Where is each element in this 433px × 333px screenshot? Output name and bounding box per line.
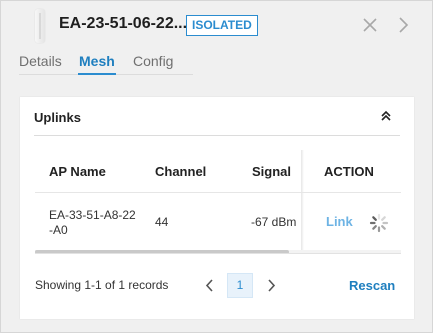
cell-ap-name: EA-33-51-A8-22-A0 — [49, 208, 136, 237]
column-header-channel: Channel — [155, 164, 207, 179]
uplinks-title: Uplinks — [34, 110, 81, 125]
device-icon — [35, 9, 45, 43]
tab-details[interactable]: Details — [19, 53, 62, 69]
active-tab-indicator — [78, 73, 116, 75]
column-header-action: ACTION — [324, 164, 374, 179]
horizontal-scrollbar[interactable] — [35, 250, 289, 253]
chevron-double-up-icon[interactable] — [379, 109, 393, 123]
table-row: EA-33-51-A8-22-A0 44 -67 dBm Link — [35, 193, 401, 253]
chevron-right-icon[interactable] — [393, 14, 413, 36]
card-divider — [34, 135, 400, 136]
tab-mesh[interactable]: Mesh — [79, 53, 115, 69]
tab-config[interactable]: Config — [133, 53, 173, 69]
device-name: EA-23-51-06-22... — [59, 15, 188, 32]
uplinks-table: AP Name Channel Signal ACTION EA-33-51-A… — [35, 150, 401, 254]
device-detail-panel: EA-23-51-06-22... ISOLATED Details Mesh … — [0, 0, 433, 333]
uplinks-card: Uplinks AP Name Channel Signal ACTION EA… — [20, 97, 414, 319]
records-summary: Showing 1-1 of 1 records — [35, 278, 169, 292]
close-icon[interactable] — [360, 14, 380, 36]
column-header-ap-name: AP Name — [49, 164, 106, 179]
cell-signal: -67 dBm — [251, 215, 297, 229]
column-header-signal: Signal — [252, 164, 292, 179]
chevron-left-icon[interactable] — [198, 273, 222, 298]
chevron-right-icon[interactable] — [259, 273, 283, 298]
cell-channel: 44 — [155, 215, 169, 229]
spinner-icon — [369, 213, 389, 233]
table-header: AP Name Channel Signal ACTION — [35, 150, 401, 193]
rescan-button[interactable]: Rescan — [349, 278, 395, 293]
page-number-current[interactable]: 1 — [227, 273, 253, 298]
link-button[interactable]: Link — [326, 214, 353, 229]
status-badge: ISOLATED — [186, 15, 258, 36]
